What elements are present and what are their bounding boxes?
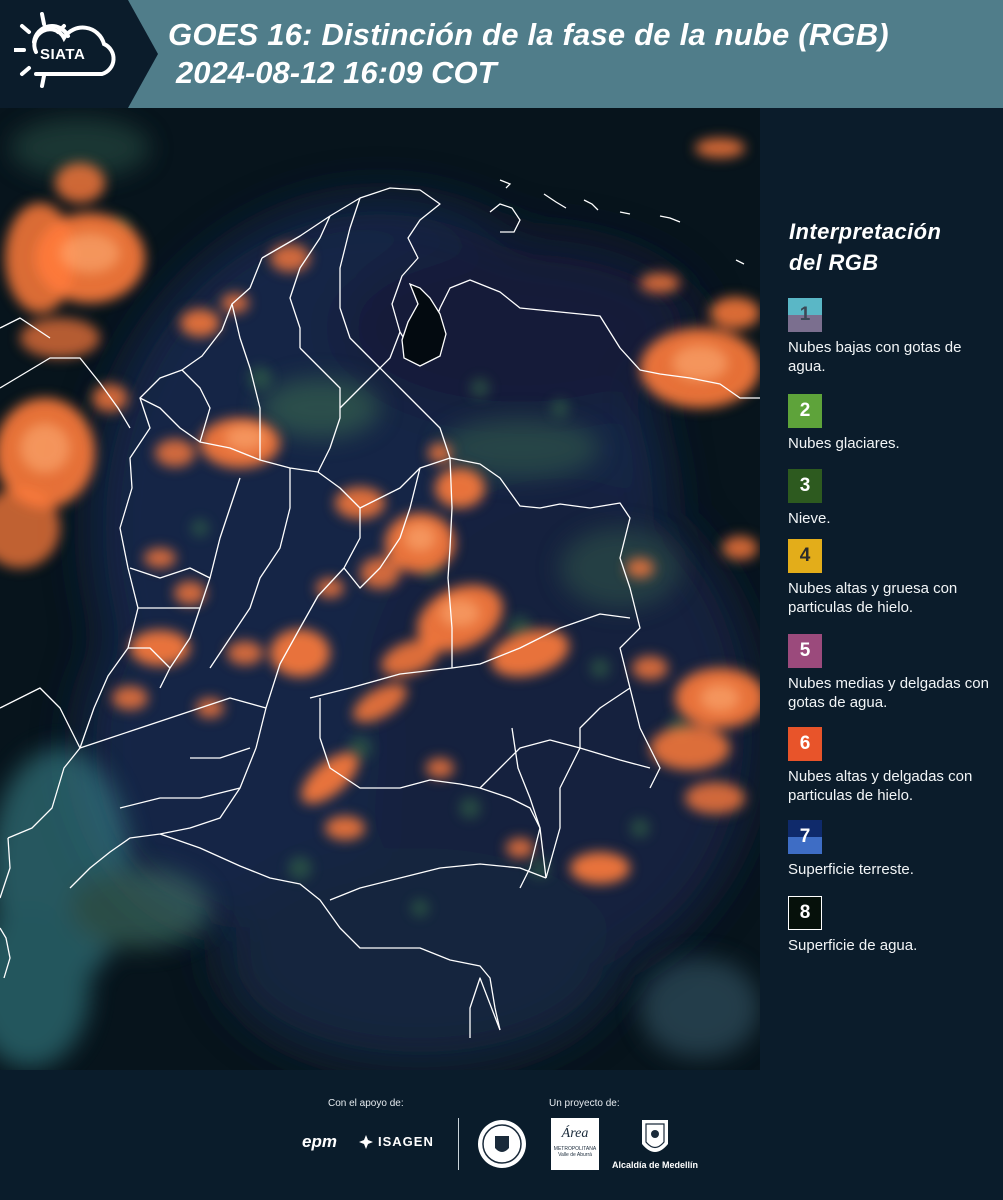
legend-item-3: 3 Nieve. bbox=[788, 469, 1003, 528]
legend-label-7: Superficie terreste. bbox=[788, 861, 914, 878]
legend-item-2: 2 Nubes glaciares. bbox=[788, 394, 1003, 453]
legend-item-4: 4 Nubes altas y gruesa con particulas de… bbox=[788, 539, 1003, 617]
siata-logo-text: SIATA bbox=[40, 46, 86, 63]
legend-item-5: 5 Nubes medias y delgadas con gotas de a… bbox=[788, 634, 1003, 712]
legend-label-4: Nubes altas y gruesa con particulas de h… bbox=[788, 580, 958, 616]
legend-number-6: 6 bbox=[799, 733, 811, 754]
legend-label-1: Nubes bajas con gotas de agua. bbox=[788, 339, 962, 375]
project-caption: Un proyecto de: bbox=[549, 1098, 620, 1109]
legend-item-7: 7 Superficie terreste. bbox=[788, 820, 1003, 879]
legend-number-3: 3 bbox=[799, 475, 811, 496]
legend-number-1: 1 bbox=[799, 304, 811, 325]
legend-number-8: 8 bbox=[799, 902, 811, 923]
legend-label-8: Superficie de agua. bbox=[788, 937, 918, 954]
isagen-logo: ISAGEN bbox=[378, 1134, 434, 1149]
page-title: GOES 16: Distinción de la fase de la nub… bbox=[168, 17, 889, 52]
legend-swatch-8: 8 bbox=[788, 896, 822, 930]
legend-swatch-1: 1 bbox=[788, 298, 822, 332]
logo-arrow bbox=[128, 0, 158, 108]
legend-number-2: 2 bbox=[799, 400, 811, 421]
siata-logo-box: SIATA bbox=[0, 0, 128, 108]
area-metropolitana-logo: Área METROPOLITANA Valle de Aburrá bbox=[551, 1118, 599, 1170]
legend-label-3: Nieve. bbox=[788, 510, 831, 527]
page-subtitle-datetime: 2024-08-12 16:09 COT bbox=[176, 55, 497, 90]
legend-title: Interpretación del RGB bbox=[789, 216, 989, 278]
area-metro-sub2: Valle de Aburrá bbox=[558, 1152, 592, 1158]
header-bar: SIATA GOES 16: Distinción de la fase de … bbox=[0, 0, 1003, 108]
legend-item-8: 8 Superficie de agua. bbox=[788, 896, 1003, 955]
legend-swatch-7: 7 bbox=[788, 820, 822, 854]
footer: Con el apoyo de: Un proyecto de: epm ISA… bbox=[0, 1070, 1003, 1200]
legend-number-5: 5 bbox=[799, 640, 811, 661]
area-metro-name: Área bbox=[561, 1126, 589, 1141]
isagen-icon bbox=[359, 1135, 373, 1149]
legend-swatch-6: 6 bbox=[788, 727, 822, 761]
legend-number-4: 4 bbox=[799, 545, 811, 566]
rgb-satellite-image bbox=[0, 108, 760, 1070]
alcaldia-medellin-text: Alcaldía de Medellín bbox=[612, 1160, 699, 1170]
antioquia-seal-icon bbox=[478, 1120, 526, 1168]
legend-label-6: Nubes altas y delgadas con particulas de… bbox=[788, 768, 973, 804]
legend-swatch-4: 4 bbox=[788, 539, 822, 573]
legend-item-1: 1 Nubes bajas con gotas de agua. bbox=[788, 298, 1003, 376]
legend-panel: Interpretación del RGB 1 Nubes bajas con… bbox=[760, 108, 1003, 1070]
satellite-map bbox=[0, 108, 760, 1070]
legend-title-line2: del RGB bbox=[789, 250, 879, 275]
legend-swatch-5: 5 bbox=[788, 634, 822, 668]
legend-number-7: 7 bbox=[799, 826, 811, 847]
legend-swatch-3: 3 bbox=[788, 469, 822, 503]
epm-logo: epm bbox=[302, 1132, 337, 1151]
support-caption: Con el apoyo de: bbox=[328, 1098, 404, 1109]
medellin-shield-icon bbox=[642, 1120, 668, 1152]
legend-item-6: 6 Nubes altas y delgadas con particulas … bbox=[788, 727, 1003, 805]
footer-divider bbox=[458, 1118, 459, 1170]
legend-label-2: Nubes glaciares. bbox=[788, 435, 900, 452]
legend-label-5: Nubes medias y delgadas con gotas de agu… bbox=[788, 675, 989, 711]
legend-swatch-2: 2 bbox=[788, 394, 822, 428]
legend-title-line1: Interpretación bbox=[789, 219, 942, 244]
